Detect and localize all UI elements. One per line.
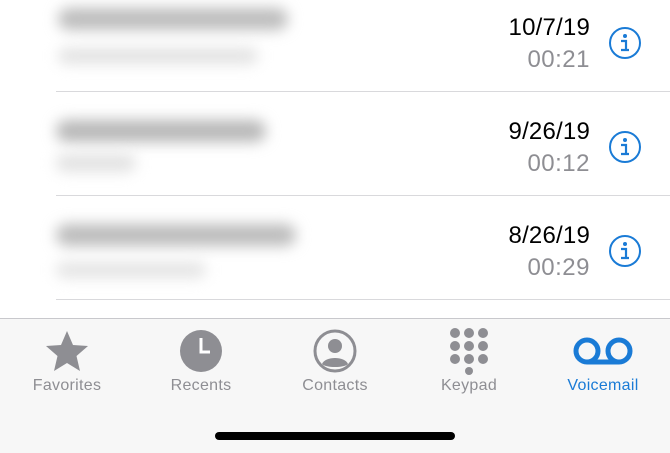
caller-blurred	[48, 96, 288, 188]
voicemail-list: 10/7/19 00:21 9/26/19 00:12 8/26/19 00:2…	[0, 0, 670, 318]
voicemail-date: 8/26/19	[508, 222, 590, 249]
tab-contacts[interactable]: Contacts	[268, 319, 402, 409]
caller-blurred	[48, 0, 300, 80]
clock-icon	[180, 330, 222, 372]
voicemail-duration: 00:21	[527, 46, 590, 73]
info-icon[interactable]	[608, 130, 642, 164]
keypad-icon	[450, 328, 488, 375]
info-icon[interactable]	[608, 26, 642, 60]
voicemail-date: 10/7/19	[508, 14, 590, 41]
tab-label: Contacts	[302, 377, 368, 394]
phone-voicemail-screen: 10/7/19 00:21 9/26/19 00:12 8/26/19 00:2…	[0, 0, 670, 453]
star-icon	[46, 331, 88, 371]
tab-bar: Favorites Recents Contacts Keypad Voicem…	[0, 318, 670, 453]
voicemail-duration: 00:29	[527, 254, 590, 281]
info-icon[interactable]	[608, 234, 642, 268]
voicemail-row[interactable]: 10/7/19 00:21	[0, 0, 670, 92]
tab-keypad[interactable]: Keypad	[402, 319, 536, 409]
person-circle-icon	[313, 329, 357, 373]
voicemail-date: 9/26/19	[508, 118, 590, 145]
caller-blurred	[48, 200, 306, 292]
tab-label: Voicemail	[567, 377, 639, 394]
tab-voicemail[interactable]: Voicemail	[536, 319, 670, 409]
tab-recents[interactable]: Recents	[134, 319, 268, 409]
voicemail-row[interactable]: 8/26/19 00:29	[0, 196, 670, 300]
home-indicator[interactable]	[215, 432, 455, 440]
voicemail-duration: 00:12	[527, 150, 590, 177]
tab-label: Keypad	[440, 377, 498, 394]
tab-favorites[interactable]: Favorites	[0, 319, 134, 409]
voicemail-row[interactable]: 9/26/19 00:12	[0, 92, 670, 196]
voicemail-icon	[573, 337, 633, 365]
tab-label: Recents	[170, 377, 232, 394]
tab-label: Favorites	[32, 377, 102, 394]
row-separator	[56, 299, 670, 300]
